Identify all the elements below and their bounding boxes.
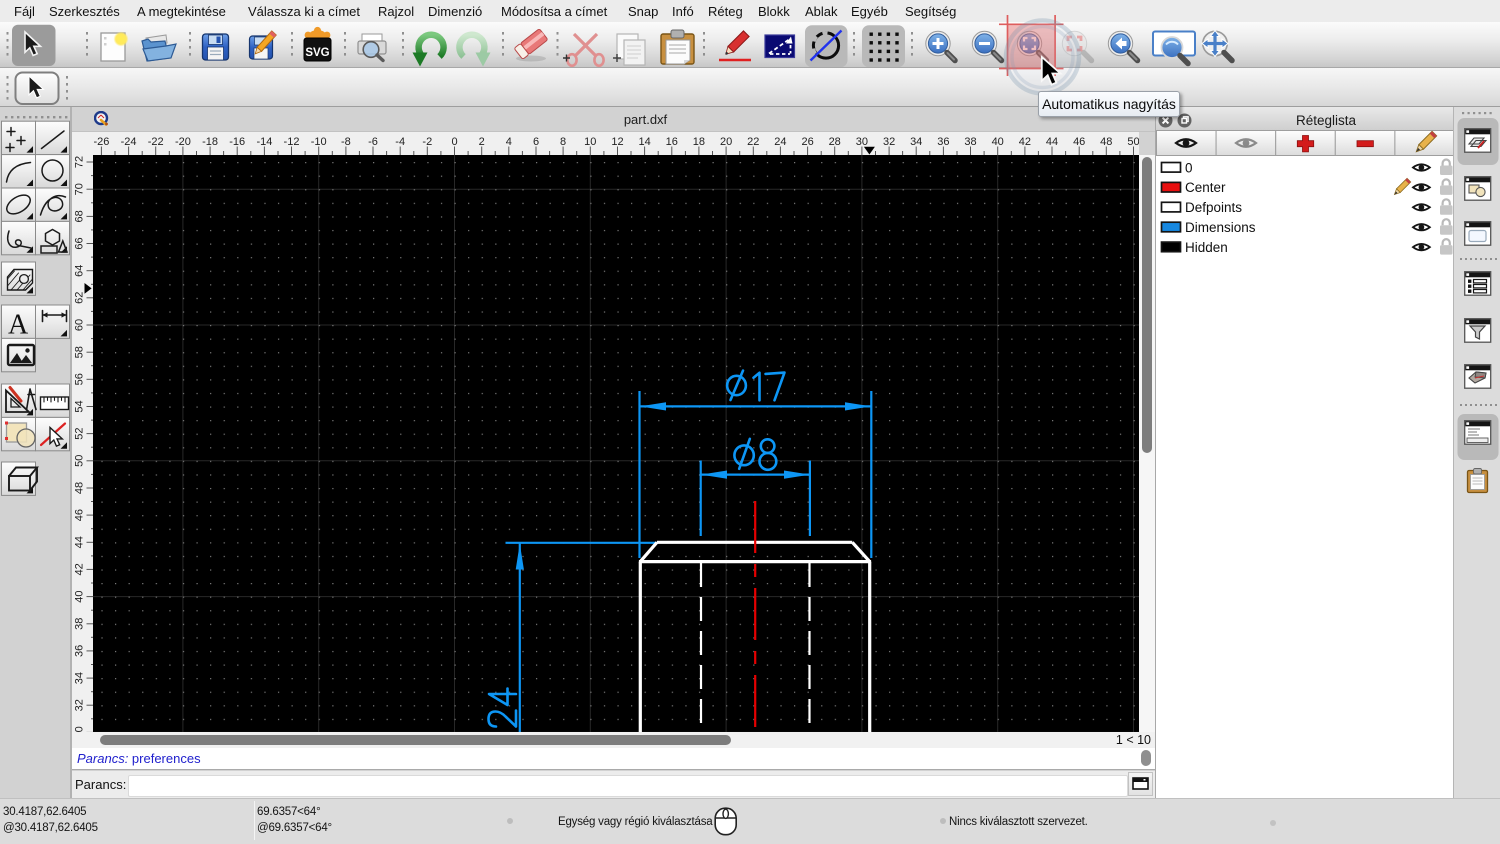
svg-text:72: 72 — [74, 156, 86, 168]
svg-text:56: 56 — [74, 373, 86, 385]
svg-text:50: 50 — [74, 455, 86, 467]
svg-text:14: 14 — [638, 136, 650, 148]
svg-text:-26: -26 — [93, 136, 109, 148]
svg-text:42: 42 — [1019, 136, 1031, 148]
svg-text:24: 24 — [774, 136, 786, 148]
svg-text:60: 60 — [74, 319, 86, 331]
svg-text:58: 58 — [74, 346, 86, 358]
svg-text:-4: -4 — [395, 136, 405, 148]
svg-text:-24: -24 — [121, 136, 137, 148]
svg-text:44: 44 — [74, 536, 86, 548]
svg-text:4: 4 — [506, 136, 512, 148]
svg-text:30: 30 — [856, 136, 868, 148]
svg-text:66: 66 — [74, 237, 86, 249]
svg-text:46: 46 — [74, 509, 86, 521]
svg-text:22: 22 — [747, 136, 759, 148]
svg-text:50: 50 — [1127, 136, 1139, 148]
svg-text:18: 18 — [693, 136, 705, 148]
svg-text:48: 48 — [1100, 136, 1112, 148]
svg-text:12: 12 — [611, 136, 623, 148]
svg-text:40: 40 — [992, 136, 1004, 148]
svg-text:-2: -2 — [422, 136, 432, 148]
svg-text:SVG: SVG — [305, 47, 329, 59]
svg-text:-14: -14 — [256, 136, 272, 148]
svg-text:46: 46 — [1073, 136, 1085, 148]
svg-text:28: 28 — [829, 136, 841, 148]
svg-text:6: 6 — [533, 136, 539, 148]
svg-text:62: 62 — [74, 292, 86, 304]
svg-text:38: 38 — [74, 618, 86, 630]
svg-text:A: A — [8, 310, 29, 341]
svg-text:68: 68 — [74, 210, 86, 222]
svg-text:Réteglista: Réteglista — [1296, 113, 1357, 128]
svg-text:16: 16 — [666, 136, 678, 148]
svg-text:Defpoints: Defpoints — [1185, 200, 1242, 215]
svg-text:-12: -12 — [284, 136, 300, 148]
svg-text:32: 32 — [74, 699, 86, 711]
svg-text:-16: -16 — [229, 136, 245, 148]
svg-text:2: 2 — [479, 136, 485, 148]
svg-text:26: 26 — [801, 136, 813, 148]
svg-text:-20: -20 — [175, 136, 191, 148]
svg-text:64: 64 — [74, 265, 86, 277]
svg-text:-8: -8 — [341, 136, 351, 148]
svg-text:36: 36 — [937, 136, 949, 148]
svg-text:54: 54 — [74, 400, 86, 412]
svg-text:20: 20 — [720, 136, 732, 148]
svg-text:-18: -18 — [202, 136, 218, 148]
svg-text:38: 38 — [964, 136, 976, 148]
svg-text:52: 52 — [74, 427, 86, 439]
svg-text:0: 0 — [1185, 160, 1193, 175]
svg-text:44: 44 — [1046, 136, 1058, 148]
svg-text:Center: Center — [1185, 180, 1226, 195]
svg-text:8: 8 — [560, 136, 566, 148]
svg-text:34: 34 — [74, 672, 86, 684]
svg-text:48: 48 — [74, 482, 86, 494]
svg-text:42: 42 — [74, 563, 86, 575]
svg-text:40: 40 — [74, 590, 86, 602]
svg-text:-6: -6 — [368, 136, 378, 148]
svg-text:70: 70 — [74, 183, 86, 195]
svg-text:34: 34 — [910, 136, 922, 148]
svg-text:-22: -22 — [148, 136, 164, 148]
svg-text:0: 0 — [451, 136, 457, 148]
svg-text:-10: -10 — [311, 136, 327, 148]
svg-text:32: 32 — [883, 136, 895, 148]
svg-text:Dimensions: Dimensions — [1185, 220, 1256, 235]
svg-text:36: 36 — [74, 645, 86, 657]
svg-text:Hidden: Hidden — [1185, 240, 1228, 255]
svg-text:10: 10 — [584, 136, 596, 148]
